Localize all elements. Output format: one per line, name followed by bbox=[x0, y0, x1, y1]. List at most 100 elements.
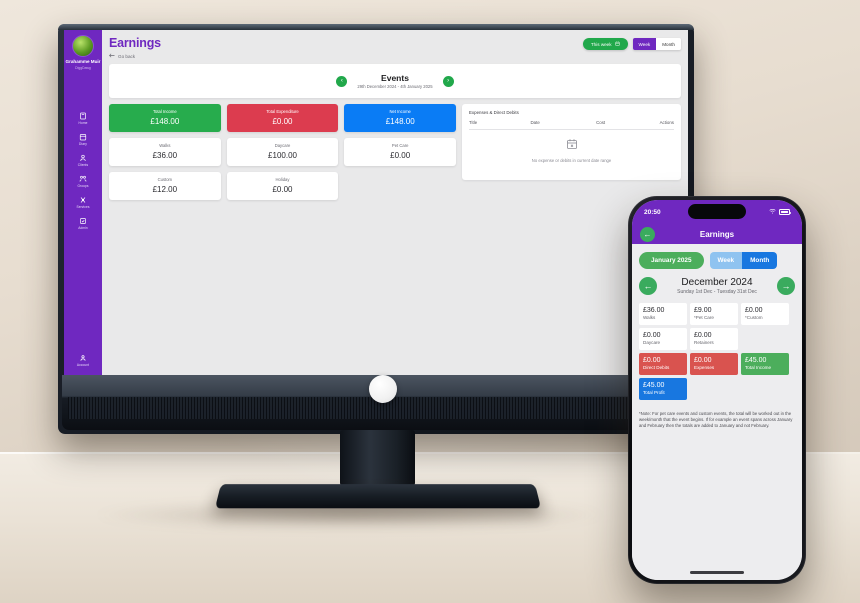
stat-label: Total Income bbox=[152, 109, 177, 114]
battery-icon bbox=[779, 209, 792, 215]
tile-value: £9.00 bbox=[694, 307, 712, 314]
header-controls: This week Week Month bbox=[582, 38, 681, 51]
tile-value: £0.00 bbox=[694, 332, 712, 339]
toggle-month[interactable]: Month bbox=[656, 38, 681, 51]
sidebar-item-home[interactable]: Home bbox=[64, 112, 102, 125]
tile-value: £0.00 bbox=[745, 307, 763, 314]
tile-value: £45.00 bbox=[745, 357, 767, 364]
stat-value: £0.00 bbox=[272, 117, 293, 126]
events-date-navigator: ‹ Events 29th December 2024 - 4th Januar… bbox=[109, 64, 681, 98]
phone-tile-pet-care: £9.00 *Pet Care bbox=[690, 303, 738, 325]
sidebar-item-admin[interactable]: Admin bbox=[64, 217, 102, 230]
phone-prev-button[interactable]: ← bbox=[639, 277, 657, 295]
content-top-row: Earnings Go back This week Week Month bbox=[109, 36, 681, 59]
tile-value: £0.00 bbox=[643, 332, 661, 339]
events-title-group: Events 29th December 2024 - 4th January … bbox=[357, 73, 432, 89]
status-indicators bbox=[769, 208, 792, 217]
phone-period-label-group: December 2024 Sunday 1st Dec - Tuesday 3… bbox=[677, 277, 757, 295]
stats-row-3: Custom £12.00 Holiday £0.00 bbox=[109, 172, 456, 200]
stat-value: £148.00 bbox=[150, 117, 180, 126]
desktop-monitor: Grahamme Muir DiggDawg Home Diary Client… bbox=[58, 24, 694, 434]
sidebar-nav: Home Diary Clients Groups Services Admin bbox=[64, 112, 102, 230]
phone-back-button[interactable]: ← bbox=[640, 226, 655, 242]
tile-label: Direct Debits bbox=[643, 365, 670, 370]
tile-value: £0.00 bbox=[643, 357, 661, 364]
avatar[interactable] bbox=[72, 35, 94, 57]
sidebar-item-services[interactable]: Services bbox=[64, 196, 102, 209]
account-icon bbox=[79, 354, 87, 362]
status-time: 20:50 bbox=[644, 208, 661, 216]
phone-home-indicator[interactable] bbox=[690, 571, 744, 574]
phone-tiles-grid: £36.00 Walks £9.00 *Pet Care £0.00 *Cust… bbox=[639, 303, 795, 400]
sidebar-item-diary[interactable]: Diary bbox=[64, 133, 102, 146]
phone-tile-expenses: £0.00 Expenses bbox=[690, 353, 738, 375]
tile-label: *Pet Care bbox=[694, 315, 714, 320]
stats-row-2: Walks £36.00 Daycare £100.00 Pet Care £0… bbox=[109, 138, 457, 166]
sidebar-item-account-label: Account bbox=[76, 363, 90, 367]
stat-label: Holiday bbox=[275, 177, 290, 182]
events-prev-button[interactable]: ‹ bbox=[336, 75, 348, 87]
tile-value: £0.00 bbox=[694, 357, 712, 364]
tile-label: Daycare bbox=[643, 340, 661, 345]
stat-value: £12.00 bbox=[152, 185, 178, 194]
events-next-button[interactable]: › bbox=[442, 75, 454, 87]
phone-app-header: ← Earnings bbox=[632, 224, 802, 244]
stat-card-walks: Walks £36.00 bbox=[109, 138, 221, 166]
tile-label: Expenses bbox=[694, 365, 715, 370]
phone-tile-walks: £36.00 Walks bbox=[639, 303, 687, 325]
sidebar-item-clients[interactable]: Clients bbox=[64, 154, 102, 167]
stat-label: Pet Care bbox=[391, 143, 409, 148]
phone-tile-daycare: £0.00 Daycare bbox=[639, 328, 687, 350]
groups-icon bbox=[79, 175, 87, 183]
go-back-link[interactable]: Go back bbox=[109, 53, 161, 59]
stat-value: £0.00 bbox=[390, 151, 411, 160]
this-week-label: This week bbox=[590, 41, 612, 47]
stats-row-1: Total Income £148.00 Total Expenditure £… bbox=[109, 104, 457, 132]
sidebar-user-name: Grahamme Muir bbox=[65, 59, 101, 64]
monitor-stand-neck bbox=[340, 430, 415, 486]
phone-period-toggle: Week Month bbox=[709, 252, 778, 269]
admin-icon bbox=[79, 217, 87, 225]
earnings-app: Grahamme Muir DiggDawg Home Diary Client… bbox=[64, 30, 688, 375]
phone-controls-row: January 2025 Week Month bbox=[639, 252, 795, 269]
tile-label: Total Profit bbox=[643, 390, 665, 395]
toggle-week[interactable]: Week bbox=[632, 38, 657, 51]
stat-label: Daycare bbox=[274, 143, 291, 148]
expenses-panel: Expenses & Direct Debits Title Date Cost… bbox=[462, 104, 681, 180]
expenses-empty-state: No expense or debits in current date ran… bbox=[469, 130, 674, 163]
phone-toggle-week[interactable]: Week bbox=[709, 252, 743, 269]
expenses-col-cost: Cost bbox=[596, 120, 606, 125]
phone-tile-direct-debits: £0.00 Direct Debits bbox=[639, 353, 687, 375]
phone-next-button[interactable]: → bbox=[776, 277, 795, 295]
arrow-left-icon bbox=[109, 53, 115, 59]
expenses-col-title: Title bbox=[469, 120, 478, 125]
app-content: Earnings Go back This week Week Month ‹ … bbox=[102, 30, 688, 375]
expenses-col-date: Date bbox=[530, 120, 540, 125]
expenses-panel-title: Expenses & Direct Debits bbox=[469, 110, 519, 115]
phone-body: January 2025 Week Month ← December 2024 … bbox=[632, 244, 802, 580]
phone-month-pill[interactable]: January 2025 bbox=[639, 252, 704, 269]
stat-label: Walks bbox=[159, 143, 171, 148]
tile-value: £45.00 bbox=[643, 382, 665, 389]
monitor-stand-base bbox=[214, 484, 542, 509]
sidebar-item-home-label: Home bbox=[78, 121, 88, 126]
phone-notch bbox=[688, 204, 746, 219]
phone-period-navigator: ← December 2024 Sunday 1st Dec - Tuesday… bbox=[639, 277, 795, 295]
sidebar-item-admin-label: Admin bbox=[78, 226, 88, 231]
sidebar-item-account[interactable]: Account bbox=[77, 354, 89, 367]
this-week-button[interactable]: This week bbox=[582, 38, 628, 51]
stat-value: £148.00 bbox=[385, 117, 415, 126]
phone-toggle-month[interactable]: Month bbox=[742, 252, 778, 269]
sidebar-item-groups-label: Groups bbox=[77, 184, 89, 189]
stat-value: £36.00 bbox=[152, 151, 178, 160]
phone-tile-total-income: £45.00 Total Income bbox=[741, 353, 789, 375]
phone-tile-retainers: £0.00 Retainers bbox=[690, 328, 738, 350]
expenses-col-actions: Actions bbox=[659, 120, 674, 125]
calendar-cross-icon bbox=[566, 137, 578, 154]
tile-label: Retainers bbox=[694, 340, 714, 345]
sidebar-item-diary-label: Diary bbox=[79, 142, 87, 147]
sidebar-item-groups[interactable]: Groups bbox=[64, 175, 102, 188]
events-date-range: 29th December 2024 - 4th January 2025 bbox=[357, 84, 433, 89]
diary-icon bbox=[79, 133, 87, 141]
stat-label: Net Income bbox=[389, 109, 411, 114]
